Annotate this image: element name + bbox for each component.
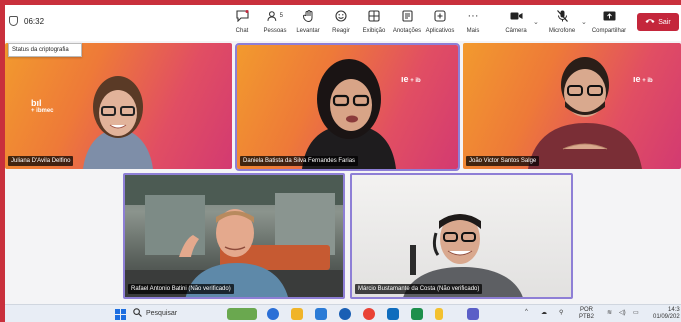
share-screen-icon	[601, 8, 617, 24]
smiley-icon	[333, 8, 349, 24]
chevron-up-icon[interactable]: ^	[525, 309, 528, 315]
leave-label: Sair	[658, 18, 671, 26]
camera-icon	[508, 8, 524, 24]
video-tile-joao[interactable]: ıe + ib João Victor Santos Salge	[463, 43, 681, 169]
windows-start-icon[interactable]	[115, 309, 126, 320]
mic-button[interactable]: Microfone	[545, 8, 579, 34]
wifi-icon[interactable]: ≋	[607, 309, 612, 316]
chat-label: Chat	[235, 28, 249, 34]
participant-name: Daniela Batista da Silva Fernandes Faria…	[240, 156, 359, 166]
hand-icon	[300, 8, 316, 24]
meeting-timer[interactable]: 06:32	[9, 16, 44, 26]
teams-icon[interactable]	[467, 308, 479, 320]
video-tile-marcio[interactable]: Márcio Bustamante da Costa (Não verifica…	[350, 173, 573, 299]
video-tile-rafael[interactable]: Rafael Antonio Batini (Não verificado)	[123, 173, 345, 299]
participant-name: João Victor Santos Salge	[466, 156, 540, 166]
view-label: Exibição	[362, 28, 386, 34]
video-tile-juliana[interactable]: bıl + ibmec Juliana D'Avila Delfino	[5, 43, 232, 169]
outlook-icon[interactable]	[387, 308, 399, 320]
edge-browser-icon[interactable]	[267, 308, 279, 320]
more-icon: ···	[467, 9, 479, 22]
widgets-icon[interactable]	[227, 308, 257, 320]
apps-button[interactable]: Aplicativos	[423, 8, 457, 34]
camera-button[interactable]: Câmera	[499, 8, 533, 34]
usb-icon[interactable]: ⚲	[559, 309, 563, 316]
clock-time: 14:3	[668, 307, 680, 313]
camera-label: Câmera	[505, 28, 527, 34]
react-button[interactable]: Reagir	[324, 8, 358, 34]
windows-taskbar: Pesquisar ^ ☁ ⚲ POR PTB2 ≋ ◁) ▭ 14:3 01/…	[5, 304, 681, 322]
share-label: Compartilhar	[591, 28, 627, 34]
chat-button[interactable]: Chat	[225, 8, 259, 34]
notes-button[interactable]: Anotações	[390, 8, 424, 34]
leave-button[interactable]: Sair	[637, 13, 679, 31]
cloud-icon[interactable]: ☁	[541, 309, 547, 316]
mic-off-icon	[554, 8, 570, 24]
volume-icon[interactable]: ◁)	[619, 309, 626, 316]
people-count: 5	[279, 13, 283, 19]
language-indicator[interactable]: POR PTB2	[579, 307, 594, 320]
encryption-status-tooltip: Status da criptografia	[8, 43, 82, 57]
people-icon: 5	[267, 8, 283, 24]
battery-icon[interactable]: ▭	[633, 309, 639, 316]
app-icon-2[interactable]	[435, 308, 443, 320]
react-label: Reagir	[332, 28, 350, 34]
excel-icon[interactable]	[411, 308, 423, 320]
notes-icon	[399, 8, 415, 24]
video-tile-daniela[interactable]: ıe + ib Daniela Batista da Silva Fernand…	[235, 43, 460, 171]
add-app-icon	[432, 8, 448, 24]
search-icon	[133, 308, 142, 319]
search-placeholder: Pesquisar	[146, 310, 178, 317]
app-icon[interactable]	[339, 308, 351, 320]
more-label: Mais	[466, 28, 480, 34]
chat-icon	[234, 8, 250, 24]
shield-icon	[9, 16, 18, 26]
notes-label: Anotações	[392, 28, 422, 34]
taskbar-search[interactable]: Pesquisar	[133, 308, 177, 319]
file-explorer-icon[interactable]	[291, 308, 303, 320]
view-button[interactable]: Exibição	[357, 8, 391, 34]
timer-text: 06:32	[24, 16, 45, 26]
mic-label: Microfone	[548, 28, 576, 34]
camera-chevron-down-icon[interactable]: ⌄	[533, 18, 539, 26]
participant-name: Rafael Antonio Batini (Não verificado)	[128, 284, 234, 294]
participant-video	[528, 57, 642, 169]
teams-window: 06:32 Chat 5 Pessoas Levantar Reagir Exi…	[5, 5, 681, 322]
people-button[interactable]: 5 Pessoas	[258, 8, 292, 34]
participant-name: Márcio Bustamante da Costa (Não verifica…	[355, 284, 483, 294]
phone-hangup-icon	[645, 18, 655, 26]
meeting-toolbar: 06:32 Chat 5 Pessoas Levantar Reagir Exi…	[5, 5, 681, 41]
raise-label: Levantar	[296, 28, 320, 34]
clock-date: 01/09/202	[653, 313, 680, 320]
keyboard-layout: PTB2	[579, 313, 595, 320]
share-button[interactable]: Compartilhar	[592, 8, 626, 34]
store-icon[interactable]	[315, 308, 327, 320]
mic-chevron-down-icon[interactable]: ⌄	[581, 18, 587, 26]
clock[interactable]: 14:3 01/09/202	[653, 307, 680, 320]
apps-label: Aplicativos	[425, 28, 455, 34]
participant-video	[302, 59, 396, 169]
more-button[interactable]: ··· Mais	[456, 8, 490, 34]
people-label: Pessoas	[263, 28, 287, 34]
participant-name: Juliana D'Avila Delfino	[8, 156, 74, 166]
grid-view-icon	[366, 8, 382, 24]
raise-hand-button[interactable]: Levantar	[291, 8, 325, 34]
brand-logo: bıl + ibmec	[31, 98, 54, 115]
chrome-icon[interactable]	[363, 308, 375, 320]
language-code: POR	[580, 307, 594, 313]
participant-video	[83, 76, 153, 169]
